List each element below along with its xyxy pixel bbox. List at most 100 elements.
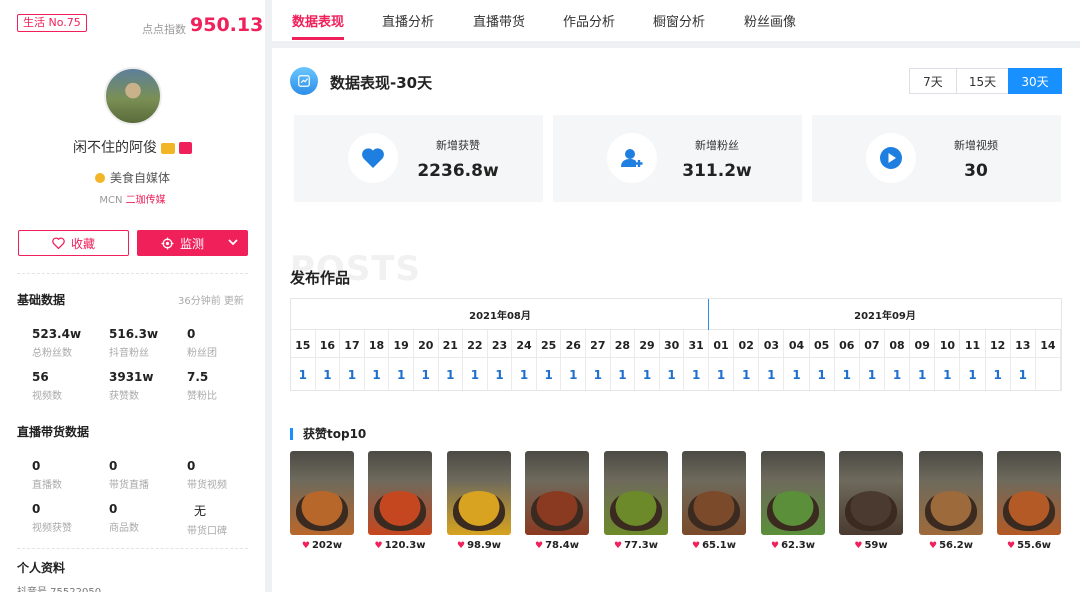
mcn-name-link[interactable]: 二珈传媒 [126, 195, 166, 206]
monitor-button[interactable]: 监测 [137, 230, 248, 256]
play-icon [866, 133, 916, 183]
calendar-day-cell[interactable]: 01 1 [709, 330, 735, 391]
calendar-post-count[interactable]: 1 [291, 368, 315, 382]
calendar-post-count[interactable]: 1 [561, 368, 585, 382]
calendar-post-count[interactable]: 1 [365, 368, 389, 382]
heart-icon: ♥ [1007, 541, 1016, 551]
calendar-day-cell[interactable]: 26 1 [561, 330, 587, 391]
calendar-day-cell[interactable]: 17 1 [340, 330, 365, 391]
calendar-day-cell[interactable]: 27 1 [586, 330, 611, 391]
calendar-day-cell[interactable]: 14 [1036, 330, 1061, 391]
calendar-day-cell[interactable]: 31 1 [684, 330, 709, 391]
calendar-day-cell[interactable]: 04 1 [784, 330, 810, 391]
calendar-day-cell[interactable]: 20 1 [414, 330, 439, 391]
calendar-day-cell[interactable]: 15 1 [291, 330, 316, 391]
calendar-day-cell[interactable]: 09 1 [910, 330, 936, 391]
video-thumbnail[interactable] [604, 451, 668, 535]
calendar-day-cell[interactable]: 05 1 [810, 330, 835, 391]
calendar-post-count[interactable]: 1 [488, 368, 512, 382]
calendar-post-count[interactable]: 1 [986, 368, 1010, 382]
calendar-day-cell[interactable]: 16 1 [316, 330, 341, 391]
calendar-post-count[interactable]: 1 [860, 368, 884, 382]
douyin-id: 抖音号 75522050 [17, 583, 101, 592]
calendar-day-cell[interactable]: 18 1 [365, 330, 390, 391]
favorite-button-label: 收藏 [70, 236, 95, 251]
calendar-day-cell[interactable]: 11 1 [960, 330, 986, 391]
calendar-day-cell[interactable]: 28 1 [611, 330, 636, 391]
food-image [1003, 491, 1055, 531]
calendar-day-cell[interactable]: 10 1 [935, 330, 961, 391]
calendar-post-count[interactable]: 1 [709, 368, 733, 382]
calendar-post-count[interactable]: 1 [414, 368, 438, 382]
calendar-day-cell[interactable]: 07 1 [860, 330, 885, 391]
calendar-day-cell[interactable]: 19 1 [389, 330, 414, 391]
tab-fan-profile[interactable]: 粉丝画像 [744, 11, 796, 30]
calendar-day-cell[interactable]: 21 1 [439, 330, 464, 391]
calendar-day-label: 31 [688, 339, 704, 352]
calendar-day-cell[interactable]: 08 1 [885, 330, 911, 391]
calendar-day-cell[interactable]: 06 1 [835, 330, 860, 391]
food-image [925, 491, 977, 531]
calendar-post-count[interactable]: 1 [910, 368, 934, 382]
calendar-post-count[interactable]: 1 [512, 368, 536, 382]
calendar-post-count[interactable]: 1 [586, 368, 610, 382]
range-7-days[interactable]: 7天 [909, 68, 957, 94]
calendar-day-label: 29 [639, 339, 655, 352]
calendar-day-label: 13 [1015, 339, 1031, 352]
calendar-post-count[interactable]: 1 [885, 368, 909, 382]
calendar-post-count[interactable]: 1 [439, 368, 463, 382]
update-time: 36分钟前 更新 [178, 296, 244, 307]
tab-bar: 数据表现 直播分析 直播带货 作品分析 橱窗分析 粉丝画像 [272, 0, 1080, 41]
calendar-day-cell[interactable]: 25 1 [537, 330, 562, 391]
calendar-post-count[interactable]: 1 [835, 368, 859, 382]
calendar-day-cell[interactable]: 29 1 [635, 330, 660, 391]
tab-showcase-analysis[interactable]: 橱窗分析 [653, 11, 705, 30]
calendar-day-cell[interactable]: 12 1 [986, 330, 1011, 391]
calendar-post-count[interactable]: 1 [759, 368, 783, 382]
video-thumbnail[interactable] [839, 451, 903, 535]
heart-icon: ♥ [614, 541, 623, 551]
calendar-post-count[interactable]: 1 [389, 368, 413, 382]
calendar-post-count[interactable]: 1 [635, 368, 659, 382]
calendar-post-count[interactable]: 1 [316, 368, 340, 382]
calendar-day-cell[interactable]: 23 1 [488, 330, 513, 391]
tab-performance[interactable]: 数据表现 [292, 11, 344, 30]
range-30-days[interactable]: 30天 [1008, 68, 1062, 94]
calendar-day-cell[interactable]: 02 1 [734, 330, 760, 391]
calendar-day-cell[interactable]: 03 1 [759, 330, 785, 391]
video-thumbnail[interactable] [290, 451, 354, 535]
calendar-post-count[interactable]: 1 [340, 368, 364, 382]
calendar-post-count[interactable]: 1 [734, 368, 758, 382]
calendar-day-cell[interactable]: 22 1 [463, 330, 488, 391]
calendar-post-count[interactable]: 1 [537, 368, 561, 382]
tv-badge-icon [179, 142, 192, 154]
video-thumbnail[interactable] [368, 451, 432, 535]
calendar-post-count[interactable]: 1 [463, 368, 487, 382]
calendar-post-count[interactable]: 1 [660, 368, 684, 382]
video-thumbnail[interactable] [761, 451, 825, 535]
video-thumbnail[interactable] [447, 451, 511, 535]
range-15-days[interactable]: 15天 [956, 68, 1009, 94]
calendar-post-count[interactable]: 1 [611, 368, 635, 382]
video-thumbnail[interactable] [525, 451, 589, 535]
chevron-down-icon[interactable] [228, 236, 238, 248]
video-thumbnail[interactable] [919, 451, 983, 535]
favorite-button[interactable]: 收藏 [18, 230, 129, 256]
calendar-post-count[interactable]: 1 [1011, 368, 1035, 382]
category-dot-icon [94, 173, 105, 183]
stat-card-label: 新增粉丝 [695, 139, 739, 152]
calendar-post-count[interactable]: 1 [810, 368, 834, 382]
calendar-post-count[interactable]: 1 [684, 368, 708, 382]
calendar-post-count[interactable]: 1 [784, 368, 808, 382]
tab-live-sales[interactable]: 直播带货 [473, 11, 525, 30]
calendar-day-cell[interactable]: 30 1 [660, 330, 685, 391]
profile-sidebar: 生活 No.75 点点指数 950.13 闲不住的阿俊 美食自媒体 MCN 二珈… [0, 0, 265, 592]
calendar-post-count[interactable]: 1 [935, 368, 959, 382]
calendar-day-cell[interactable]: 13 1 [1011, 330, 1036, 391]
video-thumbnail[interactable] [682, 451, 746, 535]
calendar-post-count[interactable]: 1 [960, 368, 984, 382]
video-thumbnail[interactable] [997, 451, 1061, 535]
calendar-day-cell[interactable]: 24 1 [512, 330, 537, 391]
tab-works-analysis[interactable]: 作品分析 [563, 11, 615, 30]
tab-live-analysis[interactable]: 直播分析 [382, 11, 434, 30]
